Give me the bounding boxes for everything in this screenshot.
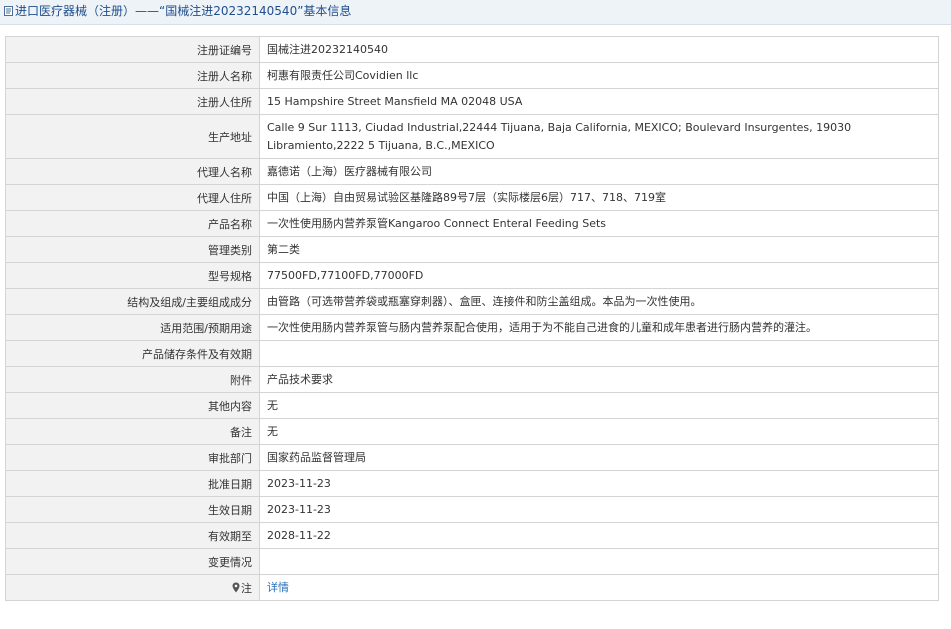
note-value: 详情 (259, 574, 939, 601)
row-label: 产品储存条件及有效期 (5, 340, 260, 367)
table-row: 产品储存条件及有效期 (5, 340, 939, 367)
page-title: 进口医疗器械（注册）——“国械注进20232140540”基本信息 (15, 4, 352, 18)
row-label: 型号规格 (5, 262, 260, 289)
table-row: 审批部门 国家药品监督管理局 (5, 444, 939, 471)
table-row: 附件 产品技术要求 (5, 366, 939, 393)
row-label: 代理人住所 (5, 184, 260, 211)
row-label: 适用范围/预期用途 (5, 314, 260, 341)
row-value: 中国（上海）自由贸易试验区基隆路89号7层（实际楼层6层）717、718、719… (259, 184, 939, 211)
row-label: 有效期至 (5, 522, 260, 549)
table-row: 管理类别 第二类 (5, 236, 939, 263)
row-value: 国家药品监督管理局 (259, 444, 939, 471)
row-value: 柯惠有限责任公司Covidien llc (259, 62, 939, 89)
row-value: 无 (259, 392, 939, 419)
table-row: 批准日期 2023-11-23 (5, 470, 939, 497)
row-value: 2023-11-23 (259, 470, 939, 497)
table-row: 注册人住所 15 Hampshire Street Mansfield MA 0… (5, 88, 939, 115)
row-value: 产品技术要求 (259, 366, 939, 393)
row-value: 嘉德诺（上海）医疗器械有限公司 (259, 158, 939, 185)
row-value: 第二类 (259, 236, 939, 263)
row-value: 一次性使用肠内营养泵管Kangaroo Connect Enteral Feed… (259, 210, 939, 237)
row-label: 生产地址 (5, 114, 260, 159)
info-table: 注册证编号 国械注进20232140540 注册人名称 柯惠有限责任公司Covi… (5, 36, 939, 601)
table-row: 备注 无 (5, 418, 939, 445)
table-row: 注册证编号 国械注进20232140540 (5, 36, 939, 63)
row-label: 管理类别 (5, 236, 260, 263)
row-value: 2023-11-23 (259, 496, 939, 523)
page-header: 进口医疗器械（注册）——“国械注进20232140540”基本信息 (0, 0, 951, 25)
table-row: 其他内容 无 (5, 392, 939, 419)
table-row: 有效期至 2028-11-22 (5, 522, 939, 549)
row-value: 无 (259, 418, 939, 445)
table-row: 产品名称 一次性使用肠内营养泵管Kangaroo Connect Enteral… (5, 210, 939, 237)
row-label: 代理人名称 (5, 158, 260, 185)
table-row: 生产地址 Calle 9 Sur 1113, Ciudad Industrial… (5, 114, 939, 159)
row-label: 批准日期 (5, 470, 260, 497)
row-value (259, 340, 939, 367)
table-row: 变更情况 (5, 548, 939, 575)
row-value: Calle 9 Sur 1113, Ciudad Industrial,2244… (259, 114, 939, 159)
row-value (259, 548, 939, 575)
table-row: 注 详情 (5, 574, 939, 601)
table-row: 型号规格 77500FD,77100FD,77000FD (5, 262, 939, 289)
row-label: 产品名称 (5, 210, 260, 237)
table-row: 生效日期 2023-11-23 (5, 496, 939, 523)
table-row: 注册人名称 柯惠有限责任公司Covidien llc (5, 62, 939, 89)
row-label: 审批部门 (5, 444, 260, 471)
table-row: 结构及组成/主要组成成分 由管路（可选带营养袋或瓶塞穿刺器）、盒匣、连接件和防尘… (5, 288, 939, 315)
row-value: 2028-11-22 (259, 522, 939, 549)
row-value: 77500FD,77100FD,77000FD (259, 262, 939, 289)
row-label: 变更情况 (5, 548, 260, 575)
row-label: 生效日期 (5, 496, 260, 523)
map-pin-icon (232, 582, 240, 592)
detail-link[interactable]: 详情 (267, 581, 289, 594)
table-row: 代理人名称 嘉德诺（上海）医疗器械有限公司 (5, 158, 939, 185)
row-label: 注册人住所 (5, 88, 260, 115)
note-label-text: 注 (241, 581, 252, 595)
row-value: 国械注进20232140540 (259, 36, 939, 63)
note-label: 注 (5, 574, 260, 601)
row-label: 其他内容 (5, 392, 260, 419)
row-label: 附件 (5, 366, 260, 393)
row-label: 注册证编号 (5, 36, 260, 63)
table-row: 适用范围/预期用途 一次性使用肠内营养泵管与肠内营养泵配合使用，适用于为不能自己… (5, 314, 939, 341)
row-value: 15 Hampshire Street Mansfield MA 02048 U… (259, 88, 939, 115)
document-icon (4, 6, 13, 16)
row-label: 注册人名称 (5, 62, 260, 89)
row-label: 备注 (5, 418, 260, 445)
row-value: 由管路（可选带营养袋或瓶塞穿刺器）、盒匣、连接件和防尘盖组成。本品为一次性使用。 (259, 288, 939, 315)
row-label: 结构及组成/主要组成成分 (5, 288, 260, 315)
row-value: 一次性使用肠内营养泵管与肠内营养泵配合使用，适用于为不能自己进食的儿童和成年患者… (259, 314, 939, 341)
table-row: 代理人住所 中国（上海）自由贸易试验区基隆路89号7层（实际楼层6层）717、7… (5, 184, 939, 211)
